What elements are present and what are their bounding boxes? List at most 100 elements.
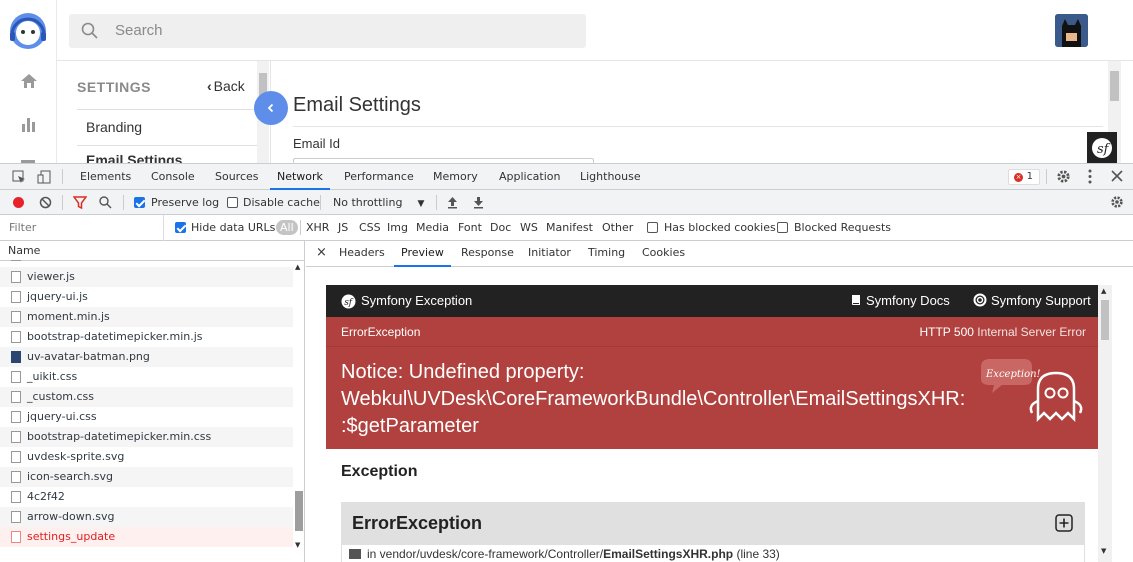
filter-type-js[interactable]: JS [338,215,348,241]
file-icon [11,411,21,423]
request-row-error[interactable]: settings_update [0,527,293,547]
scroll-down-icon[interactable]: ▼ [295,541,300,549]
request-row[interactable]: _custom.css [0,387,293,407]
blocked-requests-checkbox[interactable] [777,222,788,233]
divider [77,145,257,146]
has-blocked-cookies-checkbox[interactable] [647,222,658,233]
request-row[interactable]: bootstrap-datetimepicker.min.js [0,327,293,347]
symfony-logo-icon: sf [341,294,356,312]
filter-input[interactable]: Filter [9,215,164,241]
filter-type-css[interactable]: CSS [359,215,381,241]
inspect-element-icon[interactable] [12,170,26,187]
settings-item-email-settings[interactable]: Email Settings [86,152,182,163]
scroll-thumb[interactable] [1110,71,1119,101]
network-settings-gear-icon[interactable] [1110,195,1124,212]
tab-preview[interactable]: Preview [394,241,451,267]
tab-memory[interactable]: Memory [433,164,478,190]
request-row[interactable]: jquery-ui.css [0,407,293,427]
request-row[interactable]: uv-avatar-batman.png [0,347,293,367]
user-avatar[interactable] [1055,14,1088,47]
filter-icon[interactable] [72,196,88,212]
request-row[interactable]: viewer.js [0,267,293,287]
reports-icon[interactable] [18,114,40,134]
close-detail-icon[interactable]: × [316,241,327,267]
menu-icon[interactable] [18,153,40,163]
expand-icon[interactable] [1055,514,1073,535]
hide-data-urls-checkbox[interactable] [175,222,186,233]
request-row[interactable]: moment.min.js [0,307,293,327]
tab-lighthouse[interactable]: Lighthouse [580,164,641,190]
import-har-icon[interactable] [447,196,458,212]
disable-cache-checkbox[interactable] [227,197,238,208]
divider [300,220,301,235]
filter-type-manifest[interactable]: Manifest [546,215,593,241]
uvdesk-logo-icon[interactable] [8,9,48,51]
ghost-label: Exception! [985,369,1041,380]
scroll-thumb[interactable] [295,491,303,531]
file-icon [11,291,21,303]
back-link[interactable]: ‹ Back [207,78,245,94]
tab-initiator[interactable]: Initiator [528,241,571,267]
error-counter[interactable]: × 1 [1008,169,1040,185]
filter-type-font[interactable]: Font [458,215,482,241]
record-icon[interactable] [13,197,24,208]
close-icon[interactable] [1111,170,1123,185]
back-label: Back [213,78,245,94]
request-list-scrollbar[interactable]: ▲ ▼ [293,261,304,562]
settings-item-branding[interactable]: Branding [86,119,142,135]
tab-console[interactable]: Console [151,164,195,190]
more-options-icon[interactable] [1088,169,1092,187]
request-row[interactable]: 4c2f42 [0,487,293,507]
request-row[interactable]: arrow-down.svg [0,507,293,527]
symfony-toolbar-icon[interactable]: sf [1087,132,1117,163]
scroll-up-icon[interactable]: ▲ [295,263,300,271]
collapse-sidebar-button[interactable] [254,91,288,125]
throttling-select[interactable]: No throttling ▼ [333,190,424,217]
chevron-left-icon: ‹ [207,78,212,94]
page-title: Email Settings [293,94,421,116]
filter-type-media[interactable]: Media [416,215,449,241]
filter-type-all[interactable]: All [276,220,298,235]
tab-sources[interactable]: Sources [215,164,259,190]
request-row[interactable]: uvdesk-sprite.svg [0,447,293,467]
main-content: Email Settings Email Id [272,61,1133,163]
gear-icon[interactable] [1056,169,1071,187]
tab-performance[interactable]: Performance [344,164,414,190]
search-icon[interactable] [99,196,112,212]
filter-type-ws[interactable]: WS [520,215,538,241]
exception-ghost-icon: Exception! [976,355,1086,428]
tab-timing[interactable]: Timing [588,241,625,267]
exception-banner: ErrorException HTTP 500 Internal Server … [326,317,1100,449]
preserve-log-checkbox[interactable] [134,197,145,208]
request-row[interactable]: _uikit.css [0,367,293,387]
home-icon[interactable] [18,71,40,91]
export-har-icon[interactable] [473,196,484,212]
tab-cookies[interactable]: Cookies [642,241,685,267]
request-row[interactable]: bootstrap-datetimepicker.min.css [0,427,293,447]
filter-type-other[interactable]: Other [602,215,633,241]
filter-type-doc[interactable]: Doc [490,215,511,241]
tab-application[interactable]: Application [499,164,560,190]
svg-file-icon [11,511,21,523]
tab-response[interactable]: Response [461,241,514,267]
scroll-thumb[interactable] [1101,300,1109,340]
search-input[interactable]: Search [69,14,586,48]
scroll-up-icon[interactable]: ▲ [1101,287,1106,295]
status-text: Internal Server Error [977,325,1086,339]
device-toolbar-icon[interactable] [37,170,51,187]
tab-network[interactable]: Network [270,164,330,190]
symfony-support-link[interactable]: Symfony Support [991,293,1091,308]
scroll-down-icon[interactable]: ▼ [1101,547,1106,555]
tab-headers[interactable]: Headers [339,241,385,267]
request-row[interactable]: icon-search.svg [0,467,293,487]
divider [293,126,1103,127]
filter-type-img[interactable]: Img [387,215,408,241]
filter-type-xhr[interactable]: XHR [306,215,329,241]
symfony-docs-link[interactable]: Symfony Docs [866,293,950,308]
trace-header[interactable]: ErrorException [341,502,1085,544]
clear-icon[interactable] [39,196,52,212]
request-row[interactable]: jquery-ui.js [0,287,293,307]
preview-scrollbar[interactable]: ▲ ▼ [1098,285,1112,562]
devtools-panel: Elements Console Sources Network Perform… [0,163,1133,562]
tab-elements[interactable]: Elements [80,164,131,190]
